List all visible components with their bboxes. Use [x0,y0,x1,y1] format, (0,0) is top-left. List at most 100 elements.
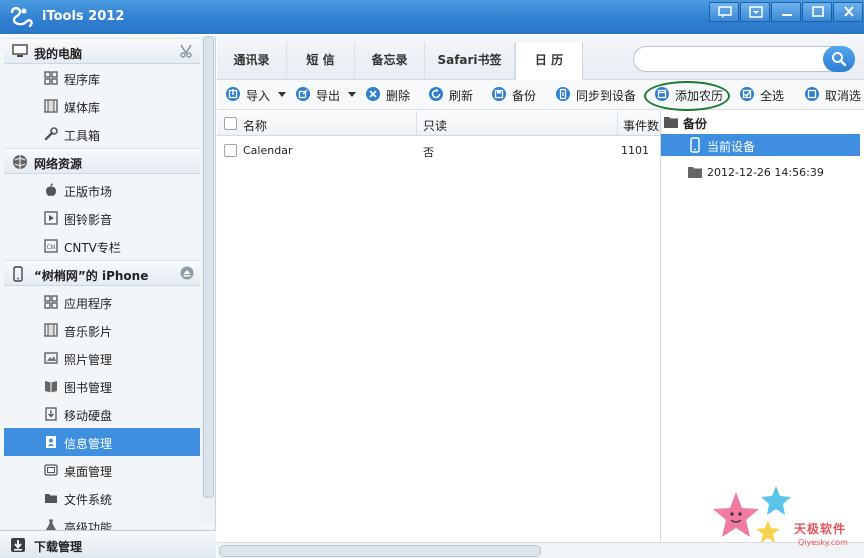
film-icon [44,323,58,337]
backup-button[interactable]: 备份 [491,86,541,104]
watermark-text: 天极软件 [794,522,847,536]
sidebar-item-label: 程序库 [64,73,101,87]
sidebar-item-app-library[interactable]: 程序库 [4,64,200,92]
tab-sms[interactable]: 短 信 [287,42,355,80]
download-manager-bar[interactable]: 下载管理 [0,530,216,558]
backup-panel-header: 备份 [661,111,864,133]
sidebar-item-media-library[interactable]: 媒体库 [4,92,200,120]
toolbar: 导入 导出 删除 刷新 备份 同步到设备 添加农历 全选 取消选 [217,80,864,111]
refresh-label: 刷新 [449,89,474,103]
maximize-icon [812,6,824,17]
import-button[interactable]: 导入 [225,86,287,104]
maximize-button[interactable] [802,2,832,22]
sidebar-item-toolbox[interactable]: 工具箱 [4,120,200,148]
close-button[interactable] [833,2,863,22]
sidebar-item-ringtones-media[interactable]: 图铃影音 [4,204,200,232]
tab-calendar[interactable]: 日 历 [515,42,583,80]
tab-safari-bookmarks[interactable]: Safari书签 [425,42,515,80]
sidebar-item-mobile-disk[interactable]: 移动硬盘 [4,400,200,428]
deselect-button[interactable]: 取消选 [804,86,864,104]
star-mascot-icon [713,486,791,543]
cell-readonly: 否 [423,146,434,159]
apple-icon [46,183,56,196]
sidebar-item-label: 移动硬盘 [64,409,113,423]
sidebar-item-label: 工具箱 [64,129,101,143]
section-network-resources[interactable]: 网络资源 [4,148,200,174]
sidebar-item-info-management[interactable]: 信息管理 [4,428,200,456]
sidebar-scroll-thumb[interactable] [203,36,214,498]
backup-current-device[interactable]: 当前设备 [661,134,860,156]
refresh-icon [429,87,443,101]
main-panel: 通讯录 短 信 备忘录 Safari书签 日 历 导入 导出 删除 刷新 备份 … [217,36,864,558]
horizontal-scroll-thumb[interactable] [219,545,541,557]
search-input[interactable] [644,51,814,67]
sidebar-item-label: 图书管理 [64,381,113,395]
minimize-button[interactable] [771,2,801,22]
sidebar-item-cntv[interactable]: CN CNTV专栏 [4,232,200,260]
globe-icon [13,155,27,169]
dropdown-menu-icon [749,6,763,18]
feedback-button[interactable] [709,2,739,22]
import-icon [226,87,240,101]
book-icon [45,381,57,393]
sidebar-scrollbar[interactable] [201,36,215,522]
tab-notes[interactable]: 备忘录 [355,42,425,80]
phone-icon [13,266,23,282]
delete-button[interactable]: 删除 [365,86,415,104]
sidebar-item-photos[interactable]: 照片管理 [4,344,200,372]
sidebar-item-label: 照片管理 [64,353,113,367]
table-row[interactable]: Calendar 否 1101 [217,137,660,163]
section-title: “树梢网”的 iPhone [34,269,149,283]
title-bar: iTools 2012 [0,0,864,34]
svg-text:CN: CN [47,244,56,251]
close-icon [844,6,854,17]
grid-icon [44,295,58,309]
cell-event-count: 1101 [621,144,649,157]
watermark: 天极软件 Qiyesky.com [706,484,864,558]
download-icon [11,538,25,552]
sidebar-item-desktop[interactable]: 桌面管理 [4,456,200,484]
phone-icon [690,137,700,153]
search-button[interactable] [823,46,855,72]
column-header-readonly[interactable]: 只读 [423,117,447,134]
app-title: iTools 2012 [42,9,125,24]
column-header-event-count[interactable]: 事件数 [623,117,659,134]
deselect-icon [805,87,819,101]
row-checkbox[interactable] [224,144,237,157]
column-divider[interactable] [416,111,417,136]
sidebar-item-file-system[interactable]: 文件系统 [4,484,200,512]
section-my-computer[interactable]: 我的电脑 [4,38,200,64]
tab-contacts[interactable]: 通讯录 [217,42,287,80]
column-header-name[interactable]: 名称 [243,117,267,134]
select-all-checkbox[interactable] [224,117,237,130]
export-button[interactable]: 导出 [295,86,357,104]
sync-to-device-button[interactable]: 同步到设备 [555,86,639,104]
eject-icon[interactable] [180,266,194,280]
wrench-icon [44,127,58,141]
cell-name: Calendar [243,144,293,157]
select-all-label: 全选 [760,89,785,103]
backup-entry[interactable]: 2012-12-26 14:56:39 [661,161,860,183]
column-divider[interactable] [617,111,618,136]
grid-icon [44,71,58,85]
sidebar-item-label: 应用程序 [64,297,113,311]
highlight-annotation-ring [644,81,730,111]
computer-icon [12,44,28,57]
menu-button[interactable] [740,2,770,22]
backup-label: 备份 [512,89,537,103]
scissors-icon[interactable] [178,44,194,58]
sidebar-item-label: 文件系统 [64,493,113,507]
sidebar-item-app-market[interactable]: 正版市场 [4,176,200,204]
sidebar-item-applications[interactable]: 应用程序 [4,288,200,316]
delete-label: 删除 [386,89,411,103]
folder-icon [45,494,57,503]
chat-icon [718,6,732,18]
section-device-iphone[interactable]: “树梢网”的 iPhone [4,260,200,286]
refresh-button[interactable]: 刷新 [428,86,478,104]
select-all-button[interactable]: 全选 [739,86,793,104]
itools-logo-icon [10,7,33,28]
desktop-icon [44,464,58,476]
sidebar-item-music-video[interactable]: 音乐影片 [4,316,200,344]
sidebar-item-label: 信息管理 [64,437,113,451]
sidebar-item-books[interactable]: 图书管理 [4,372,200,400]
